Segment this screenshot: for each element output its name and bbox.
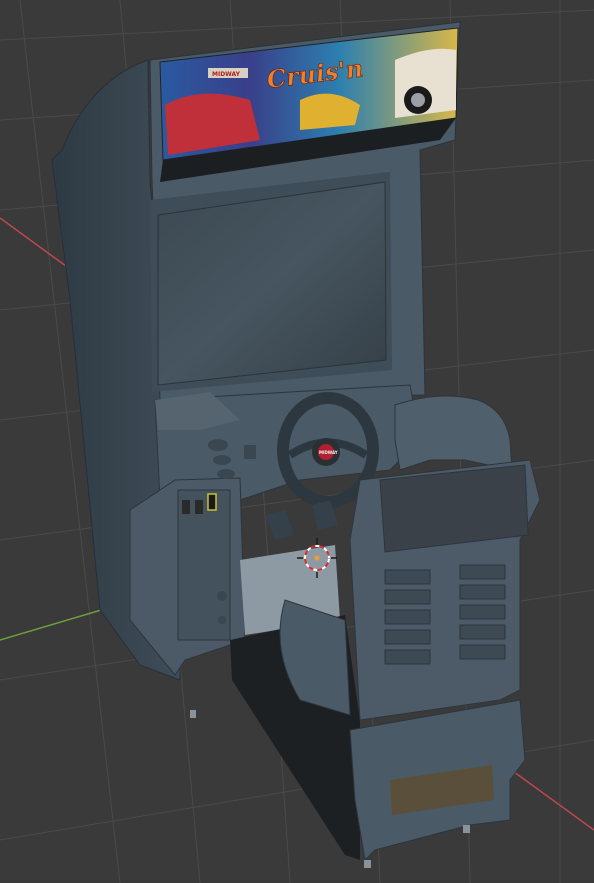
coin-slot-light	[207, 493, 217, 511]
brake-pedal	[265, 510, 295, 540]
arcade-cabinet-model[interactable]: MIDWAY Cruis'n MIDWAY	[51, 21, 541, 868]
3d-viewport[interactable]: MIDWAY Cruis'n MIDWAY	[0, 0, 594, 883]
marquee-badge: MIDWAY	[212, 71, 241, 78]
wheel-badge: MIDWAY	[319, 450, 338, 455]
crt-screen	[157, 181, 387, 386]
